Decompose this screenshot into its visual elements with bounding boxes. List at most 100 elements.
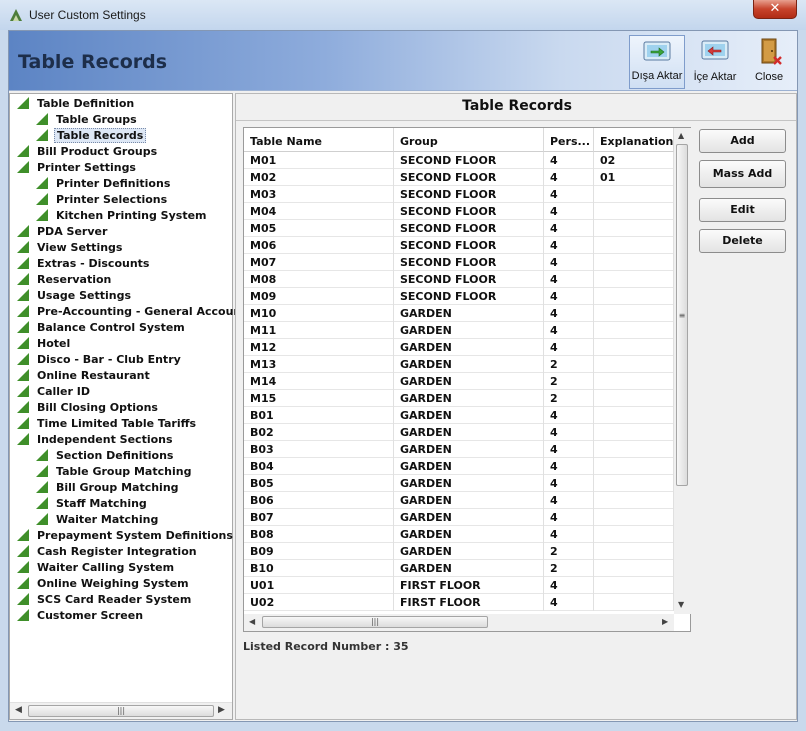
grid-vertical-scrollbar[interactable]: ▲ ≡ ▼ [674,128,691,614]
tree-item[interactable]: Table Group Matching [36,464,193,480]
scroll-thumb[interactable]: ≡ [676,144,688,486]
table-row[interactable]: M09 SECOND FLOOR 4 [244,288,674,305]
tree-item[interactable]: PDA Server [17,224,109,240]
tree-item[interactable]: Printer Definitions [36,176,172,192]
table-name-cell: M01 [244,152,394,169]
table-row[interactable]: U01 FIRST FLOOR 4 [244,577,674,594]
table-row[interactable]: U02 FIRST FLOOR 4 [244,594,674,611]
tree-item[interactable]: Cash Register Integration [17,544,199,560]
column-header-group[interactable]: Group [394,128,544,152]
tree-item[interactable]: Table Groups [36,112,139,128]
tree-item[interactable]: Hotel [17,336,72,352]
table-row[interactable]: B04 GARDEN 4 [244,458,674,475]
column-header-explanation[interactable]: Explanation [594,128,674,152]
table-row[interactable]: B05 GARDEN 4 [244,475,674,492]
table-row[interactable]: B08 GARDEN 4 [244,526,674,543]
scroll-left-icon[interactable]: ◀ [15,705,22,715]
tree-item[interactable]: Printer Settings [17,160,138,176]
tree-item[interactable]: Reservation [17,272,113,288]
table-row[interactable]: M14 GARDEN 2 [244,373,674,390]
table-row[interactable]: M10 GARDEN 4 [244,305,674,322]
table-row[interactable]: M15 GARDEN 2 [244,390,674,407]
tree-item[interactable]: View Settings [17,240,124,256]
export-button[interactable]: Dışa Aktar [629,35,685,89]
table-row[interactable]: M04 SECOND FLOOR 4 [244,203,674,220]
tree-item[interactable]: Bill Product Groups [17,144,159,160]
tree-item[interactable]: Kitchen Printing System [36,208,209,224]
add-button[interactable]: Add [699,129,786,153]
tree-item[interactable]: Waiter Calling System [17,560,176,576]
persons-cell: 4 [544,305,594,322]
tree-item[interactable]: Section Definitions [36,448,175,464]
table-row[interactable]: M08 SECOND FLOOR 4 [244,271,674,288]
table-row[interactable]: M02 SECOND FLOOR 4 01 [244,169,674,186]
scroll-right-icon[interactable]: ▶ [662,617,668,626]
table-row[interactable]: B02 GARDEN 4 [244,424,674,441]
window-titlebar[interactable]: User Custom Settings ✕ [0,0,806,30]
column-header-persons[interactable]: Pers... [544,128,594,152]
records-grid[interactable]: Table Name Group Pers... Explanation M01… [243,127,691,632]
persons-cell: 2 [544,373,594,390]
tree-item[interactable]: Bill Group Matching [36,480,181,496]
column-header-table-name[interactable]: Table Name [244,128,394,152]
table-row[interactable]: B01 GARDEN 4 [244,407,674,424]
tree-item[interactable]: Caller ID [17,384,92,400]
tree-node-icon [36,129,48,141]
tree-item[interactable]: SCS Card Reader System [17,592,193,608]
table-row[interactable]: B07 GARDEN 4 [244,509,674,526]
table-row[interactable]: M06 SECOND FLOOR 4 [244,237,674,254]
scroll-up-icon[interactable]: ▲ [678,131,684,140]
table-name-cell: B10 [244,560,394,577]
table-row[interactable]: M12 GARDEN 4 [244,339,674,356]
grid-horizontal-scrollbar[interactable]: ◀ ||| ▶ [244,614,674,631]
tree-item[interactable]: Usage Settings [17,288,133,304]
mass-add-button[interactable]: Mass Add [699,160,786,188]
table-row[interactable]: M05 SECOND FLOOR 4 [244,220,674,237]
tree-horizontal-scrollbar[interactable]: ◀ ||| ▶ [10,702,232,719]
tree-item[interactable]: Balance Control System [17,320,187,336]
tree-item[interactable]: Prepayment System Definitions [17,528,235,544]
close-button[interactable]: Close [745,35,793,89]
scroll-thumb[interactable]: ||| [28,705,214,717]
tree-item[interactable]: Table Definition [17,96,136,112]
tree-item[interactable]: Independent Sections [17,432,175,448]
explanation-cell [594,407,674,424]
table-row[interactable]: B06 GARDEN 4 [244,492,674,509]
tree-item[interactable]: Extras - Discounts [17,256,151,272]
table-row[interactable]: B03 GARDEN 4 [244,441,674,458]
delete-button[interactable]: Delete [699,229,786,253]
edit-button[interactable]: Edit [699,198,786,222]
table-row[interactable]: B09 GARDEN 2 [244,543,674,560]
tree-node-icon [17,289,29,301]
tree-item[interactable]: Customer Screen [17,608,145,624]
import-button[interactable]: İçe Aktar [687,35,743,89]
tree-item[interactable]: Online Restaurant [17,368,152,384]
scroll-right-icon[interactable]: ▶ [218,705,225,715]
tree-item[interactable]: Table Records [36,128,147,144]
table-row[interactable]: M01 SECOND FLOOR 4 02 [244,152,674,169]
table-row[interactable]: B10 GARDEN 2 [244,560,674,577]
settings-tree[interactable]: Table Definition Table Groups Table Record… [9,93,266,720]
tree-item[interactable]: Online Weighing System [17,576,191,592]
tree-item[interactable]: Bill Closing Options [17,400,160,416]
tree-item[interactable]: Time Limited Table Tariffs [17,416,198,432]
scroll-thumb[interactable]: ||| [262,616,488,628]
tree-item[interactable]: Pre-Accounting - General Accounting [17,304,268,320]
tree-item[interactable]: Disco - Bar - Club Entry [17,352,183,368]
tree-node-icon [17,369,29,381]
scroll-down-icon[interactable]: ▼ [678,600,684,609]
window-close-button[interactable]: ✕ [753,0,797,19]
tree-item[interactable]: Waiter Matching [36,512,160,528]
table-row[interactable]: M11 GARDEN 4 [244,322,674,339]
table-row[interactable]: M13 GARDEN 2 [244,356,674,373]
tree-item[interactable]: Staff Matching [36,496,149,512]
table-name-cell: U01 [244,577,394,594]
tree-item[interactable]: Printer Selections [36,192,169,208]
panel-title: Table Records [462,98,572,114]
group-cell: GARDEN [394,560,544,577]
tree-item-label: Extras - Discounts [37,257,150,270]
explanation-cell [594,186,674,203]
scroll-left-icon[interactable]: ◀ [249,617,255,626]
table-row[interactable]: M07 SECOND FLOOR 4 [244,254,674,271]
table-row[interactable]: M03 SECOND FLOOR 4 [244,186,674,203]
